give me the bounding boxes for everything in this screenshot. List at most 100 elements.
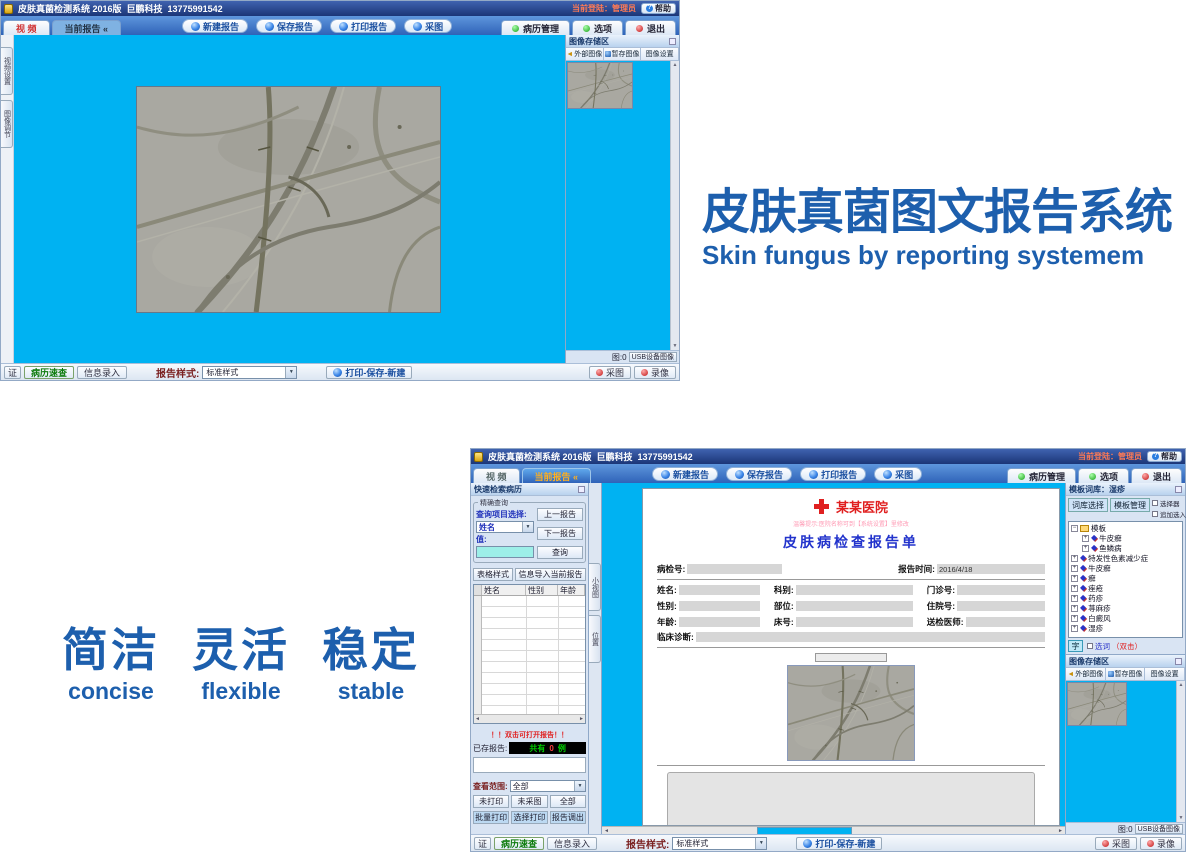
- temp-image-button[interactable]: 暂存图像: [604, 48, 642, 60]
- tree-item[interactable]: +◆荨麻疹: [1070, 603, 1181, 613]
- column-header[interactable]: 姓名: [482, 585, 526, 595]
- report-list-box[interactable]: [473, 757, 586, 773]
- dept-field[interactable]: [796, 585, 913, 595]
- tab-current-report[interactable]: 当前报告 «: [522, 468, 592, 483]
- diagnosis-field[interactable]: [696, 632, 1045, 642]
- filter-button[interactable]: 全部: [550, 795, 586, 808]
- report-microscope-image[interactable]: [787, 665, 915, 761]
- usb-device-button[interactable]: USB设备图像: [629, 352, 677, 362]
- lexicon-select-button[interactable]: 词库选择: [1068, 498, 1108, 512]
- dropdown-arrow-icon[interactable]: ▼: [574, 781, 585, 791]
- collapse-icon[interactable]: [578, 486, 585, 493]
- tree-item[interactable]: +◆牛皮癣: [1070, 563, 1181, 573]
- selector-checkbox[interactable]: 选择器: [1152, 498, 1186, 508]
- scroll-down-icon[interactable]: ▼: [673, 343, 678, 349]
- gender-field[interactable]: [679, 601, 760, 611]
- expand-plus-icon[interactable]: +: [1071, 555, 1078, 562]
- toolbar-button[interactable]: 保存报告: [726, 467, 792, 481]
- cert-button[interactable]: 证: [4, 366, 21, 379]
- titlebar[interactable]: 皮肤真菌检测系统 2016版 巨鹏科技 13775991542 当前登陆：管理员…: [471, 449, 1185, 464]
- report-style-select[interactable]: 标准样式▼: [672, 837, 767, 850]
- template-tree[interactable]: −模板 +◆牛皮癣+◆鱼鳞病+◆特发性色素减少症+◆牛皮癣+◆癣+◆痤疮+◆药疹…: [1068, 521, 1183, 638]
- toolbar-button[interactable]: 打印报告: [800, 467, 866, 481]
- vertical-scrollbar[interactable]: ▲▼: [1176, 681, 1185, 822]
- print-save-new-button[interactable]: 打印-保存-新建: [796, 837, 882, 850]
- menu-tab[interactable]: 选项: [572, 20, 623, 35]
- doctor-field[interactable]: [966, 617, 1045, 627]
- toolbar-button[interactable]: 采图: [404, 19, 452, 33]
- menu-tab[interactable]: 病历管理: [1007, 468, 1076, 483]
- filter-button[interactable]: 未打印: [473, 795, 509, 808]
- tab-video[interactable]: 视 频: [3, 20, 50, 35]
- image-settings-button[interactable]: 图像设置: [1145, 668, 1185, 680]
- findings-text-area[interactable]: [667, 772, 1035, 826]
- toolbar-button[interactable]: 采图: [874, 467, 922, 481]
- expand-plus-icon[interactable]: +: [1071, 625, 1078, 632]
- collapse-icon[interactable]: [1175, 486, 1182, 493]
- scroll-right-icon[interactable]: ►: [579, 716, 584, 722]
- pick-word-checkbox[interactable]: 选词（双击）: [1087, 641, 1142, 652]
- append-checkbox[interactable]: 追加选入: [1152, 509, 1186, 519]
- bed-field[interactable]: [796, 617, 913, 627]
- tab-video[interactable]: 视 频: [473, 468, 520, 483]
- name-field[interactable]: [679, 585, 760, 595]
- info-entry-button[interactable]: 信息录入: [547, 837, 597, 850]
- titlebar[interactable]: 皮肤真菌检测系统 2016版 巨鹏科技 13775991542 当前登陆：管理员…: [1, 1, 679, 16]
- scroll-down-icon[interactable]: ▼: [1179, 815, 1184, 821]
- dropdown-arrow-icon[interactable]: ▼: [755, 838, 766, 849]
- temp-image-button[interactable]: 暂存图像: [1106, 668, 1146, 680]
- tree-item[interactable]: +◆药疹: [1070, 593, 1181, 603]
- tree-item[interactable]: +◆癣: [1070, 573, 1181, 583]
- dropdown-arrow-icon[interactable]: ▼: [522, 522, 533, 532]
- collapse-icon[interactable]: [1175, 658, 1182, 665]
- expand-plus-icon[interactable]: +: [1071, 565, 1078, 572]
- outpatient-field[interactable]: [957, 585, 1045, 595]
- toolbar-button[interactable]: 打印报告: [330, 19, 396, 33]
- exam-no-field[interactable]: [687, 564, 782, 574]
- record-button[interactable]: 录像: [1140, 837, 1182, 850]
- expand-plus-icon[interactable]: +: [1071, 575, 1078, 582]
- usb-device-button[interactable]: USB设备图像: [1135, 824, 1183, 834]
- side-tab[interactable]: 图像调节: [1, 100, 13, 148]
- inpatient-field[interactable]: [957, 601, 1045, 611]
- menu-tab[interactable]: 退出: [625, 20, 676, 35]
- capture-button[interactable]: 采图: [589, 366, 631, 379]
- menu-tab[interactable]: 选项: [1078, 468, 1129, 483]
- view-range-select[interactable]: 全部▼: [510, 780, 586, 792]
- scroll-up-icon[interactable]: ▲: [1179, 682, 1184, 688]
- action-button[interactable]: 报告调出: [550, 811, 586, 824]
- side-tab[interactable]: 位置: [589, 615, 601, 663]
- toolbar-button[interactable]: 新建报告: [182, 19, 248, 33]
- help-button[interactable]: ?帮助: [1147, 451, 1182, 462]
- column-header[interactable]: 性别: [526, 585, 558, 595]
- record-button[interactable]: 录像: [634, 366, 676, 379]
- image-thumbnail[interactable]: [1067, 682, 1127, 726]
- image-list-area[interactable]: ▲▼: [566, 61, 679, 350]
- expand-plus-icon[interactable]: +: [1082, 535, 1089, 542]
- template-manage-button[interactable]: 模板管理: [1110, 498, 1150, 512]
- menu-tab[interactable]: 病历管理: [501, 20, 570, 35]
- print-save-new-button[interactable]: 打印-保存-新建: [326, 366, 412, 379]
- tree-item[interactable]: +◆湿疹: [1070, 623, 1181, 633]
- collapse-icon[interactable]: [669, 38, 676, 45]
- action-button[interactable]: 选择打印: [511, 811, 547, 824]
- collapse-minus-icon[interactable]: −: [1071, 525, 1078, 532]
- scroll-up-icon[interactable]: ▲: [673, 62, 678, 68]
- image-list-area[interactable]: ▲▼: [1066, 681, 1185, 822]
- tree-item[interactable]: +◆牛皮癣: [1070, 533, 1181, 543]
- import-to-report-button[interactable]: 信息导入当前报告: [515, 568, 586, 581]
- scroll-left-icon[interactable]: ◄: [475, 716, 480, 722]
- column-header[interactable]: 年龄: [558, 585, 585, 595]
- tree-item[interactable]: +◆痤疮: [1070, 583, 1181, 593]
- tree-item[interactable]: +◆白癜风: [1070, 613, 1181, 623]
- image-caption-box[interactable]: [815, 653, 887, 662]
- expand-plus-icon[interactable]: +: [1082, 545, 1089, 552]
- menu-tab[interactable]: 退出: [1131, 468, 1182, 483]
- capture-button[interactable]: 采图: [1095, 837, 1137, 850]
- report-style-select[interactable]: 标准样式▼: [202, 366, 297, 379]
- vertical-scrollbar[interactable]: ▲▼: [670, 61, 679, 350]
- dropdown-arrow-icon[interactable]: ▼: [285, 367, 296, 378]
- info-entry-button[interactable]: 信息录入: [77, 366, 127, 379]
- external-image-button[interactable]: ◄外部图像: [566, 48, 604, 60]
- quick-search-button[interactable]: 病历速查: [24, 366, 74, 379]
